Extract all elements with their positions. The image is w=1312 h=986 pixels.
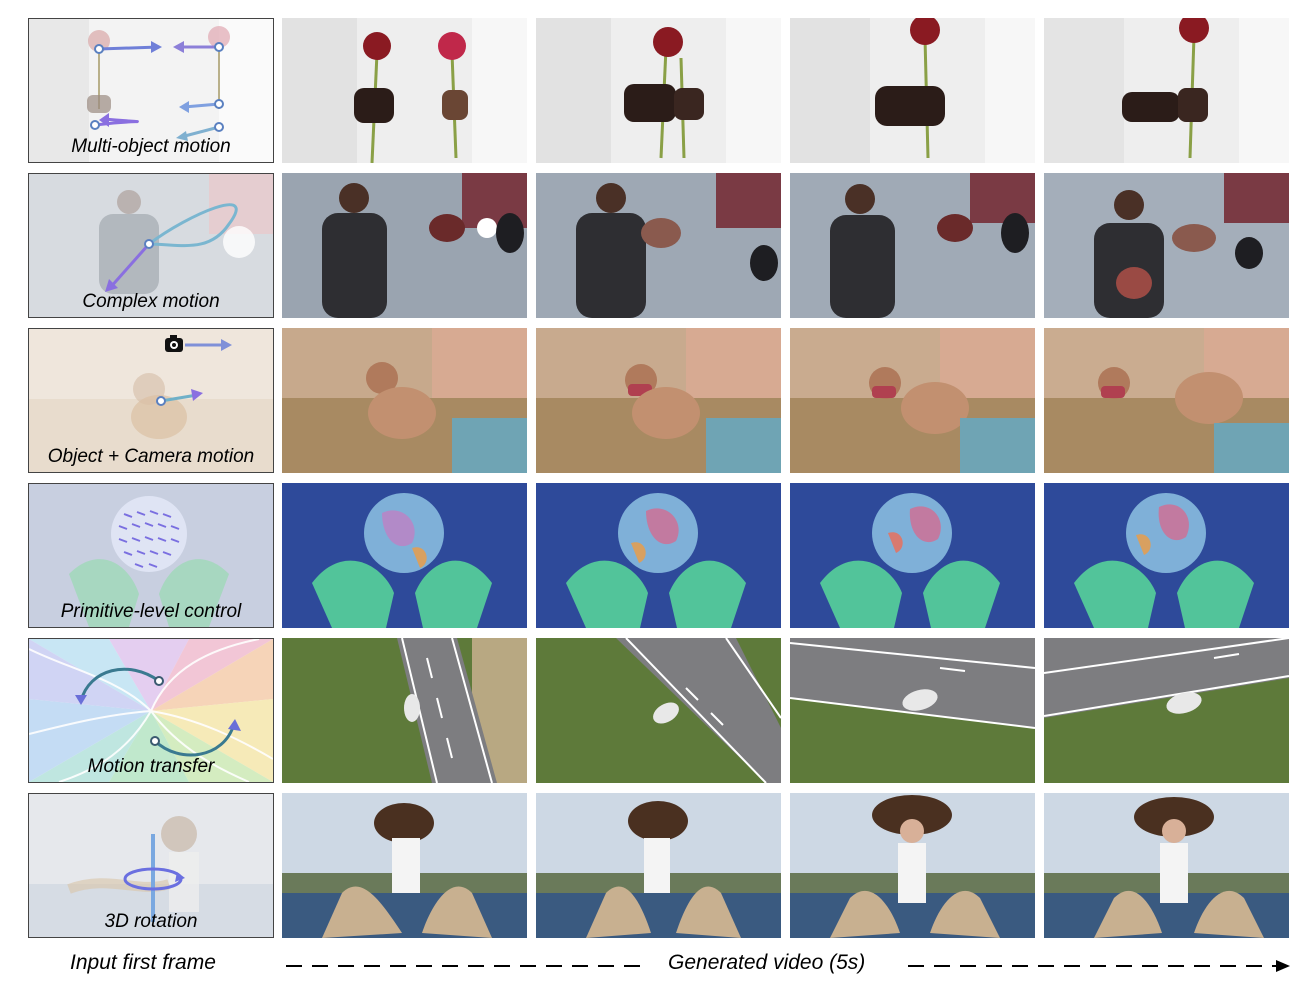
generated-frame <box>790 638 1035 783</box>
frame-image-woman <box>282 793 527 938</box>
frame-image-market <box>790 328 1035 473</box>
generated-frame <box>790 793 1035 938</box>
row-label: Object + Camera motion <box>47 446 255 467</box>
frame-image-road <box>282 638 527 783</box>
generated-frame <box>1044 483 1289 628</box>
generated-frame <box>536 638 781 783</box>
caption-input-first-frame: Input first frame <box>70 951 216 974</box>
input-frame-motion-transfer: Motion transfer <box>28 638 274 783</box>
input-frame-3d-rotation: 3D rotation <box>28 793 274 938</box>
generated-frame <box>536 18 781 163</box>
input-frame-complex: Complex motion <box>28 173 274 318</box>
frame-image-flowers <box>282 18 527 163</box>
row-primitive-level-control: Primitive-level control <box>28 483 1293 628</box>
frame-image-flowers <box>1044 18 1289 163</box>
generated-frame <box>1044 18 1289 163</box>
frame-image-road <box>1044 638 1289 783</box>
row-object-camera-motion: Object + Camera motion <box>28 328 1293 473</box>
frame-image-boxing <box>282 173 527 318</box>
frame-image-road <box>536 638 781 783</box>
row-label: Multi-object motion <box>71 136 231 157</box>
frame-image-boxing <box>1044 173 1289 318</box>
row-label: Primitive-level control <box>60 601 242 622</box>
generated-frame <box>1044 328 1289 473</box>
frame-image-globe <box>790 483 1035 628</box>
row-label: Motion transfer <box>87 756 215 777</box>
generated-frame <box>536 328 781 473</box>
frame-image-flowers <box>790 18 1035 163</box>
input-frame-multi-object: Multi-object motion <box>28 18 274 163</box>
generated-frame <box>282 18 527 163</box>
generated-frame <box>536 483 781 628</box>
input-frame-primitive: Primitive-level control <box>28 483 274 628</box>
frame-image-market <box>282 328 527 473</box>
frame-image-boxing <box>790 173 1035 318</box>
caption-generated-video: Generated video (5s) <box>668 951 866 974</box>
generated-frame <box>536 793 781 938</box>
generated-frame <box>790 18 1035 163</box>
frame-image-boxing <box>536 173 781 318</box>
row-label: 3D rotation <box>104 911 198 932</box>
frame-image-market <box>1044 328 1289 473</box>
generated-frame <box>1044 793 1289 938</box>
frame-image-market <box>536 328 781 473</box>
generated-frame <box>282 483 527 628</box>
generated-frame <box>790 483 1035 628</box>
generated-frame <box>790 328 1035 473</box>
generated-frame <box>536 173 781 318</box>
row-label: Complex motion <box>82 291 220 312</box>
frame-image-woman <box>1044 793 1289 938</box>
frame-image-road <box>790 638 1035 783</box>
frame-image-flowers <box>536 18 781 163</box>
frame-image-globe <box>536 483 781 628</box>
generated-frame <box>1044 638 1289 783</box>
figure: Multi-object motion Complex motion Objec… <box>0 0 1312 986</box>
frame-image-woman <box>536 793 781 938</box>
row-multi-object-motion: Multi-object motion <box>28 18 1293 163</box>
generated-frame <box>282 638 527 783</box>
frame-image-globe <box>1044 483 1289 628</box>
generated-frame <box>282 173 527 318</box>
row-motion-transfer: Motion transfer <box>28 638 1293 783</box>
frame-image-woman <box>790 793 1035 938</box>
row-3d-rotation: 3D rotation <box>28 793 1293 938</box>
right-arrow-icon <box>1276 960 1290 972</box>
generated-frame <box>790 173 1035 318</box>
generated-frame <box>282 793 527 938</box>
input-frame-object-camera: Object + Camera motion <box>28 328 274 473</box>
frame-image-globe <box>282 483 527 628</box>
generated-frame <box>282 328 527 473</box>
row-complex-motion: Complex motion <box>28 173 1293 318</box>
generated-frame <box>1044 173 1289 318</box>
